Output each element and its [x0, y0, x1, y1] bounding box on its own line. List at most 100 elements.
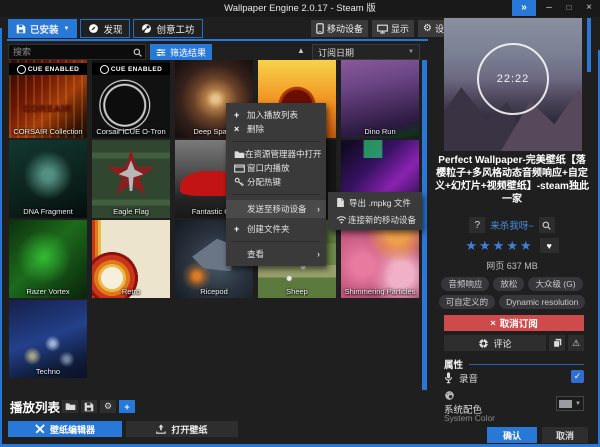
phone-icon	[316, 23, 324, 34]
collapse-list-arrow[interactable]: ▲	[297, 46, 305, 55]
context-menu-item[interactable]: 导出 .mpkg 文件	[328, 194, 422, 211]
tile-label: Ricepod	[175, 287, 253, 296]
search-input[interactable]	[9, 45, 129, 59]
chevron-right-icon: ›	[317, 204, 320, 214]
cancel-button[interactable]: 取消	[542, 427, 588, 443]
wallpaper-tile-retro[interactable]: Retro	[92, 220, 170, 298]
wallpaper-tile-techno[interactable]: Techno	[9, 300, 87, 378]
open-wallpaper-button[interactable]: 打开壁纸	[126, 421, 238, 437]
gear-icon: ⚙	[104, 401, 112, 412]
context-menu-item[interactable]: +创建文件夹	[226, 222, 326, 236]
wallpaper-engine-window: Wallpaper Engine 2.0.17 - Steam 版 » – □ …	[0, 0, 600, 447]
tools-icon	[35, 424, 45, 434]
wallpaper-title: Perfect Wallpaper-完美壁纸【落樱粒子+多风格动态音频响应+自定…	[434, 154, 590, 206]
star-icon[interactable]: ★	[479, 239, 491, 253]
comment-row: 评论 ⚠	[444, 335, 584, 351]
favorite-button[interactable]: ♥	[540, 238, 559, 253]
open-wallpaper-label: 打开壁纸	[171, 423, 207, 436]
comment-label: 评论	[493, 337, 511, 350]
panel-scrollbar[interactable]	[587, 18, 591, 72]
tab-installed[interactable]: 已安装 ▼	[8, 19, 77, 38]
mobile-device-button[interactable]: 移动设备	[311, 20, 368, 37]
playlist-settings-button[interactable]: ⚙	[100, 400, 116, 413]
property-microphone-row: 录音 ✓	[444, 371, 584, 385]
context-menu-item[interactable]: 查看›	[226, 247, 326, 261]
clock-overlay: 22:22	[477, 43, 549, 115]
wallpaper-tile-razer[interactable]: Razer Vortex	[9, 220, 87, 298]
microphone-checkbox[interactable]: ✓	[571, 370, 584, 383]
star-icon[interactable]: ★	[493, 239, 505, 253]
filter-results-button[interactable]: 筛选结果	[150, 44, 212, 60]
rating-stars[interactable]: ★★★★★♥	[432, 238, 592, 253]
clock-time: 22:22	[497, 73, 530, 85]
playlist-save-button[interactable]	[81, 400, 97, 413]
star-icon[interactable]: ★	[465, 239, 477, 253]
menu-item-label: 查看	[247, 248, 317, 260]
grid-scrollbar[interactable]	[422, 60, 427, 390]
tag-pill: 可自定义的	[439, 295, 496, 309]
copy-icon	[553, 338, 562, 348]
display-button[interactable]: 显示	[372, 20, 414, 37]
context-menu-item[interactable]: 连接新的移动设备	[328, 211, 422, 228]
window-icon	[234, 164, 247, 173]
context-menu-item[interactable]: 发送至移动设备›	[226, 200, 326, 218]
properties-divider	[469, 364, 584, 365]
wallpaper-tile-shimmer[interactable]: Shimmering Particles	[341, 220, 419, 298]
tile-label: Shimmering Particles	[341, 287, 419, 296]
window-border-left	[0, 28, 2, 447]
chevron-down-icon: ▼	[408, 49, 414, 55]
wallpaper-tile-dna[interactable]: DNA Fragment	[9, 140, 87, 218]
tag-pill: 大众级 (G)	[528, 277, 582, 291]
tile-overlay-text: CORSAIR	[9, 104, 87, 114]
collapse-panel-button[interactable]: »	[512, 0, 536, 16]
display-label: 显示	[391, 22, 409, 35]
tile-label: Sheep	[258, 287, 336, 296]
context-menu-item[interactable]: 在资源管理器中打开	[226, 147, 326, 161]
star-icon[interactable]: ★	[506, 239, 518, 253]
menu-separator	[232, 241, 320, 242]
context-menu-item[interactable]: ×删除	[226, 122, 326, 136]
menu-item-label: 在资源管理器中打开	[245, 148, 322, 160]
color-dropdown[interactable]: ▼	[556, 396, 584, 411]
author-link[interactable]: 来杀我呀~	[490, 218, 534, 232]
comment-button[interactable]: 评论	[444, 335, 546, 351]
type-size-label: 网页 637 MB	[432, 259, 592, 272]
tab-underline	[7, 39, 428, 41]
wallpaper-tile-otron[interactable]: CUE ENABLEDCorsair iCUE O-Tron	[92, 60, 170, 138]
tile-label: Techno	[9, 367, 87, 376]
tab-workshop[interactable]: 创意工坊	[133, 19, 202, 38]
playlist-open-folder-button[interactable]	[62, 400, 78, 413]
window-title: Wallpaper Engine 2.0.17 - Steam 版	[0, 0, 600, 17]
steam-community-icon	[478, 338, 489, 349]
tag-pill: 音频响应	[441, 277, 489, 291]
context-menu: +加入播放列表×删除在资源管理器中打开窗口内播放分配热键发送至移动设备› +创建文…	[226, 103, 326, 266]
maximize-button[interactable]: □	[560, 0, 578, 16]
close-button[interactable]: ×	[580, 0, 598, 16]
wallpaper-tile-eagle[interactable]: Eagle Flag	[92, 140, 170, 218]
unsubscribe-button[interactable]: × 取消订阅	[444, 315, 584, 331]
tile-label: Corsair iCUE O-Tron	[92, 127, 170, 136]
context-menu-item[interactable]: 窗口内播放	[226, 161, 326, 175]
copy-button[interactable]	[549, 335, 565, 351]
tab-discover[interactable]: 发现	[80, 19, 130, 38]
star-icon[interactable]: ★	[520, 239, 532, 253]
report-button[interactable]: ⚠	[568, 335, 584, 351]
author-search-button[interactable]	[539, 217, 555, 233]
tab-bar: 已安装 ▼ 发现 创意工坊	[8, 19, 203, 38]
context-menu-item[interactable]: +加入播放列表	[226, 108, 326, 122]
minimize-button[interactable]: –	[540, 0, 558, 16]
confirm-button[interactable]: 确认	[487, 427, 537, 443]
menu-item-label: 删除	[247, 123, 320, 135]
plus-icon: +	[234, 110, 247, 120]
wallpaper-editor-button[interactable]: 壁纸编辑器	[8, 421, 122, 437]
wallpaper-tile-corsair[interactable]: CUE ENABLEDCORSAIRCORSAIR Collection	[9, 60, 87, 138]
wallpaper-preview[interactable]: 22:22	[444, 18, 582, 151]
wallpaper-editor-label: 壁纸编辑器	[50, 423, 95, 436]
upload-icon	[156, 424, 166, 434]
wallpaper-tile-dinorun[interactable]: Dino Run	[341, 60, 419, 138]
playlist-add-button[interactable]: +	[119, 400, 135, 413]
menu-item-label: 发送至移动设备	[247, 203, 317, 215]
context-menu-item[interactable]: 分配热键	[226, 175, 326, 189]
sort-dropdown[interactable]: 订阅日期 ▼	[312, 44, 420, 60]
menu-item-label: 导出 .mpkg 文件	[349, 197, 416, 209]
